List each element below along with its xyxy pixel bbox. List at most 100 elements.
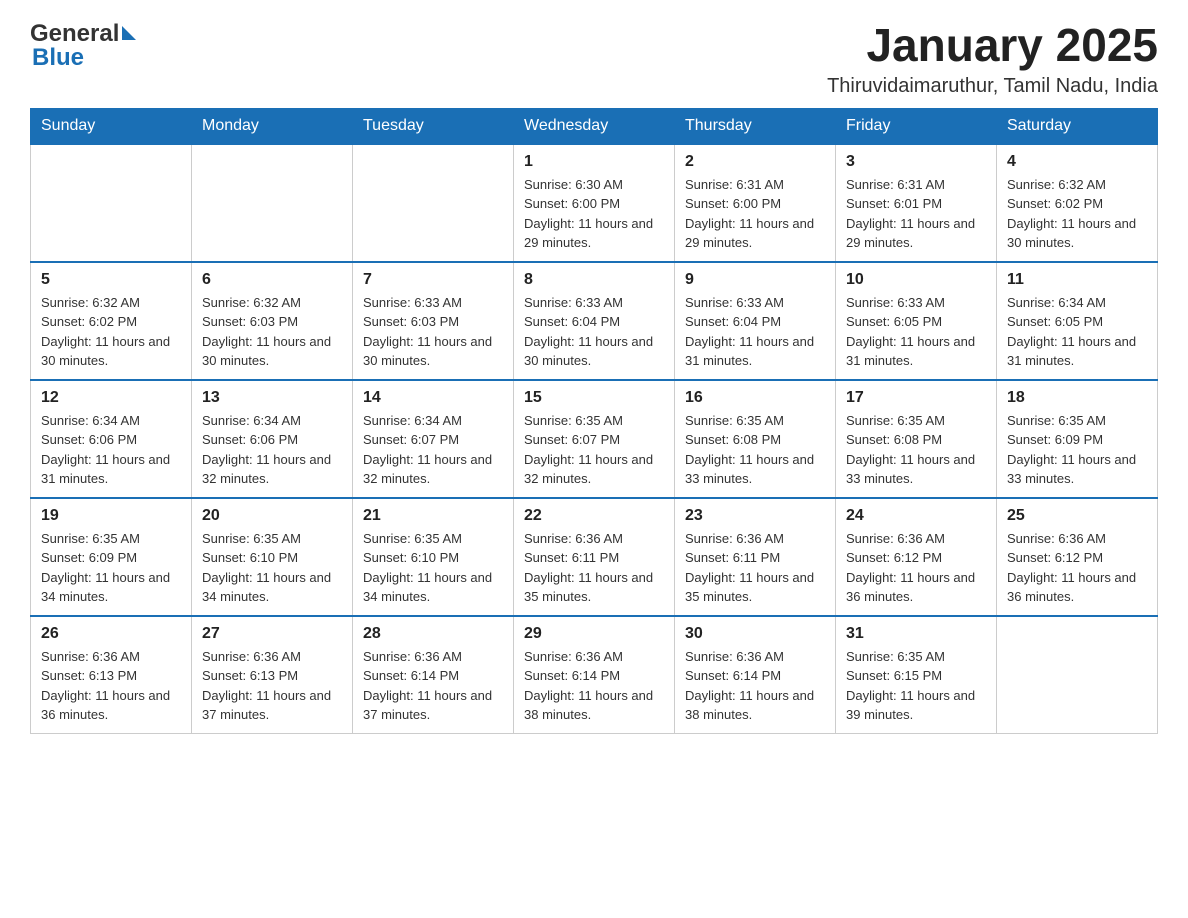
calendar-cell: 4 Sunrise: 6:32 AMSunset: 6:02 PMDaylight… <box>997 144 1158 262</box>
page-header: General Blue January 2025 Thiruvidaimaru… <box>30 20 1158 98</box>
calendar-week-2: 5 Sunrise: 6:32 AMSunset: 6:02 PMDaylight… <box>31 262 1158 380</box>
subtitle: Thiruvidaimaruthur, Tamil Nadu, India <box>827 75 1158 98</box>
day-info: Sunrise: 6:36 AMSunset: 6:14 PMDaylight:… <box>685 647 825 725</box>
day-info: Sunrise: 6:36 AMSunset: 6:12 PMDaylight:… <box>1007 529 1147 607</box>
calendar-cell: 18Sunrise: 6:35 AMSunset: 6:09 PMDayligh… <box>997 380 1158 498</box>
day-info: Sunrise: 6:34 AMSunset: 6:07 PMDaylight:… <box>363 411 503 489</box>
day-info: Sunrise: 6:33 AMSunset: 6:04 PMDaylight:… <box>524 293 664 371</box>
day-number: 16 <box>685 389 825 407</box>
calendar-cell: 7 Sunrise: 6:33 AMSunset: 6:03 PMDaylight… <box>353 262 514 380</box>
calendar-table: SundayMondayTuesdayWednesdayThursdayFrid… <box>30 108 1158 734</box>
day-number: 10 <box>846 271 986 289</box>
calendar-cell: 3Sunrise: 6:31 AMSunset: 6:01 PMDaylight… <box>836 144 997 262</box>
day-info: Sunrise: 6:32 AMSunset: 6:03 PMDaylight:… <box>202 293 342 371</box>
calendar-cell <box>353 144 514 262</box>
day-number: 15 <box>524 389 664 407</box>
calendar-cell: 11 Sunrise: 6:34 AMSunset: 6:05 PMDayligh… <box>997 262 1158 380</box>
day-number: 7 <box>363 271 503 289</box>
day-number: 4 <box>1007 153 1147 171</box>
calendar-cell <box>31 144 192 262</box>
day-info: Sunrise: 6:32 AMSunset: 6:02 PMDaylight:… <box>41 293 181 371</box>
calendar-week-4: 19 Sunrise: 6:35 AMSunset: 6:09 PMDayligh… <box>31 498 1158 616</box>
calendar-cell: 16 Sunrise: 6:35 AMSunset: 6:08 PMDayligh… <box>675 380 836 498</box>
calendar-header-monday: Monday <box>192 108 353 144</box>
calendar-header-friday: Friday <box>836 108 997 144</box>
day-number: 11 <box>1007 271 1147 289</box>
calendar-week-5: 26 Sunrise: 6:36 AMSunset: 6:13 PMDayligh… <box>31 616 1158 734</box>
day-number: 5 <box>41 271 181 289</box>
day-info: Sunrise: 6:32 AMSunset: 6:02 PMDaylight:… <box>1007 175 1147 253</box>
logo: General Blue <box>30 20 136 72</box>
calendar-cell: 21Sunrise: 6:35 AMSunset: 6:10 PMDayligh… <box>353 498 514 616</box>
day-info: Sunrise: 6:33 AMSunset: 6:04 PMDaylight:… <box>685 293 825 371</box>
calendar-cell: 2 Sunrise: 6:31 AMSunset: 6:00 PMDaylight… <box>675 144 836 262</box>
day-number: 9 <box>685 271 825 289</box>
day-info: Sunrise: 6:30 AMSunset: 6:00 PMDaylight:… <box>524 175 664 253</box>
calendar-cell: 5 Sunrise: 6:32 AMSunset: 6:02 PMDaylight… <box>31 262 192 380</box>
calendar-cell: 8 Sunrise: 6:33 AMSunset: 6:04 PMDaylight… <box>514 262 675 380</box>
calendar-header-tuesday: Tuesday <box>353 108 514 144</box>
calendar-cell: 24Sunrise: 6:36 AMSunset: 6:12 PMDayligh… <box>836 498 997 616</box>
calendar-cell: 13 Sunrise: 6:34 AMSunset: 6:06 PMDayligh… <box>192 380 353 498</box>
day-number: 30 <box>685 625 825 643</box>
day-info: Sunrise: 6:31 AMSunset: 6:00 PMDaylight:… <box>685 175 825 253</box>
day-number: 29 <box>524 625 664 643</box>
calendar-cell: 27Sunrise: 6:36 AMSunset: 6:13 PMDayligh… <box>192 616 353 734</box>
calendar-cell: 28 Sunrise: 6:36 AMSunset: 6:14 PMDayligh… <box>353 616 514 734</box>
day-number: 22 <box>524 507 664 525</box>
calendar-header-row: SundayMondayTuesdayWednesdayThursdayFrid… <box>31 108 1158 144</box>
day-number: 1 <box>524 153 664 171</box>
day-info: Sunrise: 6:35 AMSunset: 6:15 PMDaylight:… <box>846 647 986 725</box>
day-number: 17 <box>846 389 986 407</box>
calendar-week-1: 1 Sunrise: 6:30 AMSunset: 6:00 PMDaylight… <box>31 144 1158 262</box>
calendar-cell: 25 Sunrise: 6:36 AMSunset: 6:12 PMDayligh… <box>997 498 1158 616</box>
day-number: 8 <box>524 271 664 289</box>
day-info: Sunrise: 6:35 AMSunset: 6:09 PMDaylight:… <box>1007 411 1147 489</box>
calendar-cell: 20 Sunrise: 6:35 AMSunset: 6:10 PMDayligh… <box>192 498 353 616</box>
day-info: Sunrise: 6:36 AMSunset: 6:13 PMDaylight:… <box>41 647 181 725</box>
day-info: Sunrise: 6:34 AMSunset: 6:05 PMDaylight:… <box>1007 293 1147 371</box>
day-info: Sunrise: 6:35 AMSunset: 6:08 PMDaylight:… <box>685 411 825 489</box>
calendar-cell: 1 Sunrise: 6:30 AMSunset: 6:00 PMDaylight… <box>514 144 675 262</box>
day-info: Sunrise: 6:36 AMSunset: 6:12 PMDaylight:… <box>846 529 986 607</box>
day-info: Sunrise: 6:36 AMSunset: 6:14 PMDaylight:… <box>363 647 503 725</box>
day-number: 31 <box>846 625 986 643</box>
day-info: Sunrise: 6:34 AMSunset: 6:06 PMDaylight:… <box>202 411 342 489</box>
day-info: Sunrise: 6:36 AMSunset: 6:11 PMDaylight:… <box>524 529 664 607</box>
day-info: Sunrise: 6:35 AMSunset: 6:08 PMDaylight:… <box>846 411 986 489</box>
day-info: Sunrise: 6:36 AMSunset: 6:14 PMDaylight:… <box>524 647 664 725</box>
calendar-cell: 19 Sunrise: 6:35 AMSunset: 6:09 PMDayligh… <box>31 498 192 616</box>
calendar-cell: 12Sunrise: 6:34 AMSunset: 6:06 PMDayligh… <box>31 380 192 498</box>
day-number: 20 <box>202 507 342 525</box>
day-number: 26 <box>41 625 181 643</box>
day-number: 23 <box>685 507 825 525</box>
calendar-cell: 15Sunrise: 6:35 AMSunset: 6:07 PMDayligh… <box>514 380 675 498</box>
calendar-header-saturday: Saturday <box>997 108 1158 144</box>
day-info: Sunrise: 6:33 AMSunset: 6:03 PMDaylight:… <box>363 293 503 371</box>
day-info: Sunrise: 6:36 AMSunset: 6:11 PMDaylight:… <box>685 529 825 607</box>
day-info: Sunrise: 6:31 AMSunset: 6:01 PMDaylight:… <box>846 175 986 253</box>
calendar-cell <box>192 144 353 262</box>
calendar-cell: 26 Sunrise: 6:36 AMSunset: 6:13 PMDayligh… <box>31 616 192 734</box>
day-number: 19 <box>41 507 181 525</box>
calendar-header-thursday: Thursday <box>675 108 836 144</box>
calendar-header-sunday: Sunday <box>31 108 192 144</box>
logo-arrow-icon <box>122 26 136 40</box>
day-number: 2 <box>685 153 825 171</box>
calendar-cell: 6Sunrise: 6:32 AMSunset: 6:03 PMDaylight… <box>192 262 353 380</box>
calendar-cell: 14Sunrise: 6:34 AMSunset: 6:07 PMDayligh… <box>353 380 514 498</box>
day-number: 25 <box>1007 507 1147 525</box>
day-info: Sunrise: 6:35 AMSunset: 6:10 PMDaylight:… <box>202 529 342 607</box>
calendar-cell: 29 Sunrise: 6:36 AMSunset: 6:14 PMDayligh… <box>514 616 675 734</box>
calendar-week-3: 12Sunrise: 6:34 AMSunset: 6:06 PMDayligh… <box>31 380 1158 498</box>
calendar-cell: 30 Sunrise: 6:36 AMSunset: 6:14 PMDayligh… <box>675 616 836 734</box>
calendar-cell <box>997 616 1158 734</box>
calendar-cell: 23 Sunrise: 6:36 AMSunset: 6:11 PMDayligh… <box>675 498 836 616</box>
day-number: 13 <box>202 389 342 407</box>
day-info: Sunrise: 6:36 AMSunset: 6:13 PMDaylight:… <box>202 647 342 725</box>
day-info: Sunrise: 6:35 AMSunset: 6:09 PMDaylight:… <box>41 529 181 607</box>
day-info: Sunrise: 6:34 AMSunset: 6:06 PMDaylight:… <box>41 411 181 489</box>
day-number: 21 <box>363 507 503 525</box>
day-info: Sunrise: 6:33 AMSunset: 6:05 PMDaylight:… <box>846 293 986 371</box>
day-number: 28 <box>363 625 503 643</box>
